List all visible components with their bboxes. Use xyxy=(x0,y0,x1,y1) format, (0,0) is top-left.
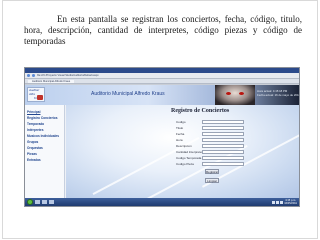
hora-input[interactable] xyxy=(202,137,244,142)
cantidad-interpretes-label: Cantidad Interpretes xyxy=(176,149,204,154)
descripcion-label: Descripcion xyxy=(176,143,192,148)
form-row-descripcion: Descripcion xyxy=(176,143,244,148)
sidebar-item-entradas[interactable]: Entradas xyxy=(25,157,64,163)
left-eye-shape xyxy=(226,92,231,95)
codigo-temporada-input[interactable] xyxy=(202,155,244,160)
codigo-label: Codigo xyxy=(176,119,186,124)
taskbar-folder-icon[interactable] xyxy=(35,200,40,204)
date-time-display: Hora actual: 4:15:18 PM Fecha actual: 16… xyxy=(257,89,300,97)
form-row-hora: Hora xyxy=(176,137,244,142)
codigo-temporada-label: Codigo Temporada xyxy=(176,155,202,160)
windows-taskbar: 4:15 p.m. 16/05/2011 xyxy=(25,198,299,206)
sidebar-menu: Principal Registro Conciertos Temporada … xyxy=(25,105,65,198)
back-icon[interactable] xyxy=(27,74,30,77)
forward-icon[interactable] xyxy=(32,74,35,77)
form-row-cantidad-interpretes: Cantidad Interpretes xyxy=(176,149,244,154)
app-header: Auditori Alfre Kraus Auditorio Municipal… xyxy=(25,85,299,105)
current-date: Fecha actual: 16 de mayo de 2011 xyxy=(257,93,300,97)
form-row-fecha: Fecha xyxy=(176,131,244,136)
form-row-codigo-temporada: Codigo Temporada xyxy=(176,155,244,160)
main-content: Registro de Conciertos Codigo Titulo Fec… xyxy=(66,105,299,198)
clear-button[interactable]: Limpiar xyxy=(205,178,219,183)
register-button[interactable]: Registrar xyxy=(205,169,219,174)
right-eye-shape xyxy=(239,92,244,95)
form-row-titulo: Titulo xyxy=(176,125,244,130)
cantidad-interpretes-input[interactable] xyxy=(202,149,244,154)
titulo-label: Titulo xyxy=(176,125,184,130)
descripcion-input[interactable] xyxy=(202,143,244,148)
fecha-input[interactable] xyxy=(202,131,244,136)
hora-label: Hora xyxy=(176,137,183,142)
screenshot: file:///C:/Proyecto Visual Studio/Audito… xyxy=(24,67,300,207)
tab-bar: Auditorio Municipal Alfredo Kraus xyxy=(25,79,299,84)
codigo-pieza-label: Codigo Pieza xyxy=(176,161,194,166)
taskbar-clock[interactable]: 4:15 p.m. 16/05/2011 xyxy=(284,199,297,205)
web-app: Auditori Alfre Kraus Auditorio Municipal… xyxy=(25,85,299,198)
system-tray: 4:15 p.m. 16/05/2011 xyxy=(272,199,297,205)
clock-date: 16/05/2011 xyxy=(284,202,297,205)
form-title: Registro de Conciertos xyxy=(171,108,230,114)
start-button-icon[interactable] xyxy=(27,199,33,205)
url-field[interactable]: file:///C:/Proyecto Visual Studio/Audito… xyxy=(37,74,297,77)
volume-icon[interactable] xyxy=(276,200,280,204)
form-row-codigo-pieza: Codigo Pieza xyxy=(176,161,244,166)
titulo-input[interactable] xyxy=(202,125,244,130)
taskbar-browser-icon[interactable] xyxy=(42,200,47,204)
fecha-label: Fecha xyxy=(176,131,185,136)
form-row-codigo: Codigo xyxy=(176,119,244,124)
app-title: Auditorio Municipal Alfredo Kraus xyxy=(91,91,165,97)
header-banner-image xyxy=(215,85,255,105)
codigo-pieza-input[interactable] xyxy=(202,161,244,166)
browser-tab[interactable]: Auditorio Municipal Alfredo Kraus xyxy=(28,79,75,83)
flag-icon[interactable] xyxy=(280,200,284,204)
network-icon[interactable] xyxy=(272,200,276,204)
auditorium-logo[interactable]: Auditori Alfre Kraus xyxy=(27,87,45,102)
slide-caption: En esta pantalla se registran los concie… xyxy=(24,14,302,46)
logo-mark-icon xyxy=(37,95,43,100)
taskbar-app-icon[interactable] xyxy=(49,200,54,204)
codigo-input[interactable] xyxy=(202,119,244,124)
